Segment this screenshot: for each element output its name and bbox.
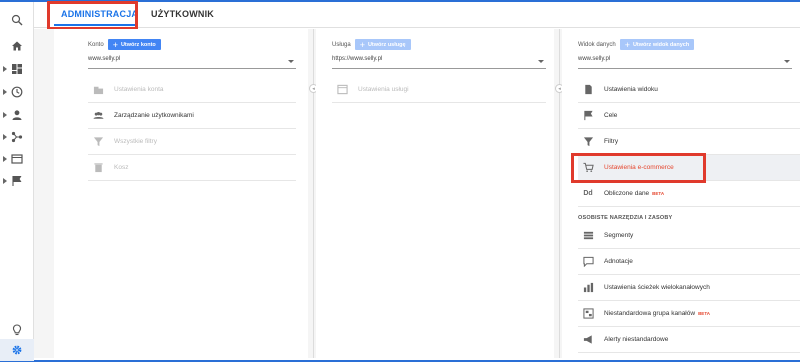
create-account-label: Utwórz konto bbox=[120, 41, 156, 48]
create-account-button[interactable]: + Utwórz konto bbox=[107, 39, 161, 50]
view-select-value: www.selly.pl bbox=[578, 56, 611, 62]
channel-group-icon bbox=[582, 308, 594, 320]
account-select[interactable]: www.selly.pl bbox=[88, 56, 296, 69]
document-icon bbox=[582, 84, 594, 96]
menu-item-view-settings[interactable]: Ustawienia widoku bbox=[578, 77, 800, 103]
column-divider bbox=[313, 29, 314, 358]
gear-icon[interactable] bbox=[0, 339, 34, 361]
admin-tabs: ADMINISTRACJA UŻYTKOWNIK bbox=[34, 2, 800, 28]
section-title-personal-tools: OSOBISTE NARZĘDZIA I ZASOBY bbox=[578, 215, 673, 221]
left-sidebar bbox=[0, 2, 34, 361]
calculated-dd-icon: Dd bbox=[583, 190, 593, 197]
menu-item-label: Obliczone dane bbox=[604, 190, 650, 197]
expand-arrow-icon bbox=[3, 178, 7, 184]
menu-item-custom-alerts[interactable]: Alerty niestandardowe bbox=[578, 327, 800, 353]
window-icon bbox=[336, 84, 348, 96]
chevron-down-icon bbox=[784, 60, 790, 63]
view-select[interactable]: www.selly.pl bbox=[578, 56, 792, 69]
highlight-box-admin-tab bbox=[47, 1, 138, 30]
menu-item-annotations[interactable]: Adnotacje bbox=[578, 249, 800, 275]
menu-item-label: Cele bbox=[604, 112, 618, 119]
lightbulb-icon[interactable] bbox=[0, 319, 34, 341]
filter-icon bbox=[582, 136, 594, 148]
menu-item-label: Alerty niestandardowe bbox=[604, 336, 669, 343]
expand-arrow-icon bbox=[3, 66, 7, 72]
menu-item-label: Filtry bbox=[604, 138, 619, 145]
trash-icon bbox=[92, 162, 104, 174]
menu-item-filters[interactable]: Filtry bbox=[578, 129, 800, 155]
expand-arrow-icon bbox=[3, 134, 7, 140]
create-property-button[interactable]: + Utwórz usługę bbox=[354, 39, 411, 50]
view-column: Widok danych + Utwórz widok danych www.s… bbox=[562, 29, 800, 358]
plus-icon: + bbox=[359, 39, 365, 50]
account-column: Konto + Utwórz konto www.selly.pl Ustawi… bbox=[54, 29, 308, 358]
menu-item-calculated-metrics[interactable]: Dd Obliczone dane BETA bbox=[578, 181, 800, 207]
expand-arrow-icon bbox=[3, 156, 7, 162]
property-column: Usługa + Utwórz usługę https://www.selly… bbox=[316, 29, 554, 358]
account-label: Konto bbox=[88, 41, 104, 48]
property-select[interactable]: https://www.selly.pl bbox=[332, 56, 546, 69]
column-divider bbox=[559, 29, 560, 358]
plus-icon: + bbox=[112, 39, 118, 50]
filter-icon bbox=[92, 136, 104, 148]
display-icon[interactable] bbox=[0, 148, 34, 170]
home-icon[interactable] bbox=[0, 35, 34, 57]
property-select-value: https://www.selly.pl bbox=[332, 56, 383, 62]
menu-item-label: Adnotacje bbox=[604, 258, 633, 265]
beta-badge: BETA bbox=[652, 191, 665, 196]
people-icon bbox=[92, 110, 104, 122]
menu-item-label: Segmenty bbox=[604, 232, 634, 239]
menu-item-account-settings[interactable]: Ustawienia konta bbox=[88, 77, 296, 103]
menu-item-label: Ustawienia ścieżek wielokanałowych bbox=[604, 284, 710, 291]
menu-item-label: Zarządzanie użytkownikami bbox=[114, 112, 194, 119]
menu-item-label: Ustawienia usługi bbox=[358, 86, 409, 93]
beta-badge: BETA bbox=[698, 311, 710, 316]
menu-item-label: Ustawienia widoku bbox=[604, 86, 658, 93]
expand-arrow-icon bbox=[3, 112, 7, 118]
flag-icon bbox=[582, 110, 594, 122]
create-property-label: Utwórz usługę bbox=[367, 41, 406, 48]
chevron-down-icon bbox=[288, 60, 294, 63]
highlight-box-ecommerce bbox=[571, 153, 706, 183]
expand-arrow-icon bbox=[3, 89, 7, 95]
clock-icon[interactable] bbox=[0, 81, 34, 103]
menu-item-trash[interactable]: Kosz bbox=[88, 155, 296, 181]
account-menu: Ustawienia konta Zarządzanie użytkownika… bbox=[88, 77, 296, 181]
menu-item-user-management[interactable]: Zarządzanie użytkownikami bbox=[88, 103, 296, 129]
chevron-down-icon bbox=[538, 60, 544, 63]
tab-uzytkownik[interactable]: UŻYTKOWNIK bbox=[151, 9, 214, 19]
view-menu: Ustawienia widoku Cele Filtry Ustawienia… bbox=[578, 77, 800, 353]
dashboard-icon[interactable] bbox=[0, 58, 34, 80]
menu-item-label: Ustawienia konta bbox=[114, 86, 164, 93]
plus-icon: + bbox=[624, 39, 630, 50]
view-label: Widok danych bbox=[578, 41, 616, 48]
menu-item-segments[interactable]: Segmenty bbox=[578, 223, 800, 249]
comment-icon bbox=[582, 256, 594, 268]
admin-content: Konto + Utwórz konto www.selly.pl Ustawi… bbox=[34, 29, 800, 358]
menu-item-label: Kosz bbox=[114, 164, 129, 171]
menu-item-label: Niestandardowa grupa kanałów bbox=[604, 310, 696, 317]
menu-item-property-settings[interactable]: Ustawienia usługi bbox=[332, 77, 546, 103]
flag-icon[interactable] bbox=[0, 170, 34, 192]
bar-chart-icon bbox=[582, 282, 594, 294]
create-view-button[interactable]: + Utwórz widok danych bbox=[619, 39, 695, 50]
menu-item-label: Wszystkie filtry bbox=[114, 138, 157, 145]
megaphone-icon bbox=[582, 334, 594, 346]
menu-item-all-filters[interactable]: Wszystkie filtry bbox=[88, 129, 296, 155]
property-menu: Ustawienia usługi bbox=[332, 77, 546, 103]
share-icon[interactable] bbox=[0, 126, 34, 148]
person-icon[interactable] bbox=[0, 104, 34, 126]
building-icon bbox=[92, 84, 104, 96]
menu-item-custom-channel-group[interactable]: Niestandardowa grupa kanałów BETA bbox=[578, 301, 800, 327]
menu-item-goals[interactable]: Cele bbox=[578, 103, 800, 129]
account-select-value: www.selly.pl bbox=[88, 56, 121, 62]
search-icon[interactable] bbox=[0, 9, 34, 31]
segments-icon bbox=[582, 230, 594, 242]
create-view-label: Utwórz widok danych bbox=[632, 41, 690, 48]
property-label: Usługa bbox=[332, 41, 351, 48]
menu-item-multichannel-settings[interactable]: Ustawienia ścieżek wielokanałowych bbox=[578, 275, 800, 301]
